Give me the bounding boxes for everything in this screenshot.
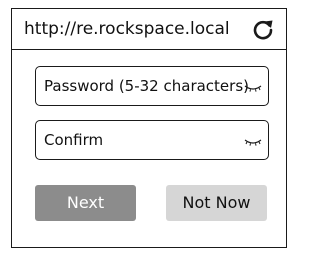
eye-closed-icon[interactable] [243,134,263,148]
confirm-placeholder: Confirm [44,131,104,149]
browser-window: http://re.rockspace.local Password (5-32… [11,8,287,248]
confirm-field[interactable]: Confirm [35,120,269,160]
not-now-button[interactable]: Not Now [166,185,267,221]
password-field[interactable]: Password (5-32 characters) [35,66,269,106]
address-bar: http://re.rockspace.local [12,9,286,50]
password-placeholder: Password (5-32 characters) [44,77,249,95]
reload-icon[interactable] [252,18,274,40]
eye-closed-icon[interactable] [243,80,263,94]
next-button[interactable]: Next [35,185,136,221]
url-text[interactable]: http://re.rockspace.local [24,19,230,39]
